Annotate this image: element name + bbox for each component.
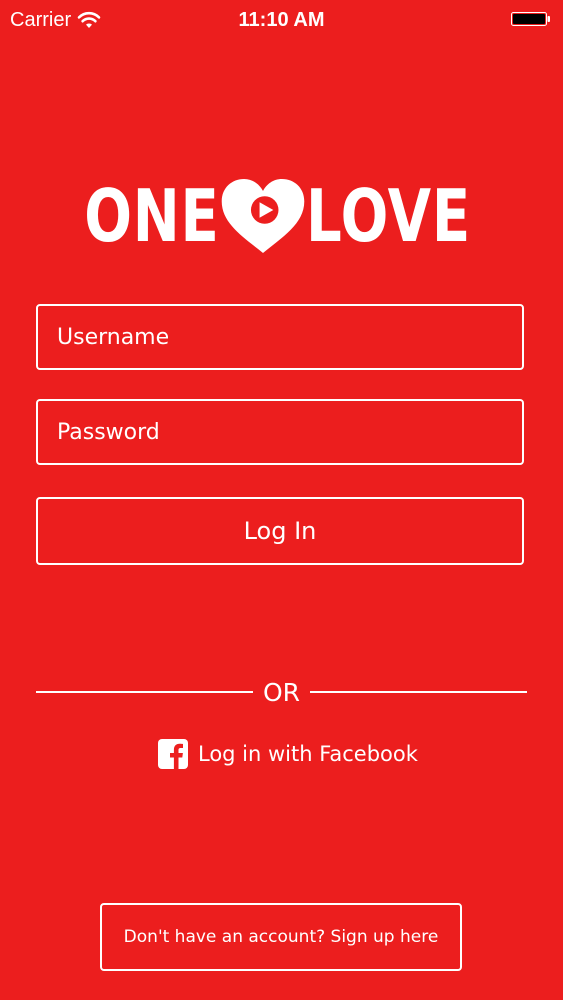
- app-logo: ONE LOVE: [0, 176, 563, 256]
- status-time: 11:10 AM: [238, 9, 325, 31]
- logo-word-one: ONE: [84, 174, 220, 258]
- username-input[interactable]: [38, 306, 522, 368]
- or-divider: OR: [36, 675, 527, 709]
- login-button[interactable]: Log In: [36, 497, 524, 565]
- logo-word-love: LOVE: [305, 174, 471, 258]
- facebook-login-label: Log in with Facebook: [198, 742, 418, 766]
- divider-label: OR: [262, 677, 301, 707]
- username-field-wrapper: [36, 304, 524, 370]
- heart-play-icon: [221, 179, 304, 253]
- password-input[interactable]: [38, 401, 522, 463]
- battery-icon: [511, 12, 550, 26]
- divider-line-right: [310, 691, 527, 693]
- status-bar: Carrier 11:10 AM: [0, 0, 563, 40]
- facebook-login-button[interactable]: Log in with Facebook: [158, 736, 418, 772]
- divider-line-left: [36, 691, 253, 693]
- password-field-wrapper: [36, 399, 524, 465]
- signup-button[interactable]: Don't have an account? Sign up here: [100, 903, 462, 971]
- facebook-icon: [158, 739, 188, 769]
